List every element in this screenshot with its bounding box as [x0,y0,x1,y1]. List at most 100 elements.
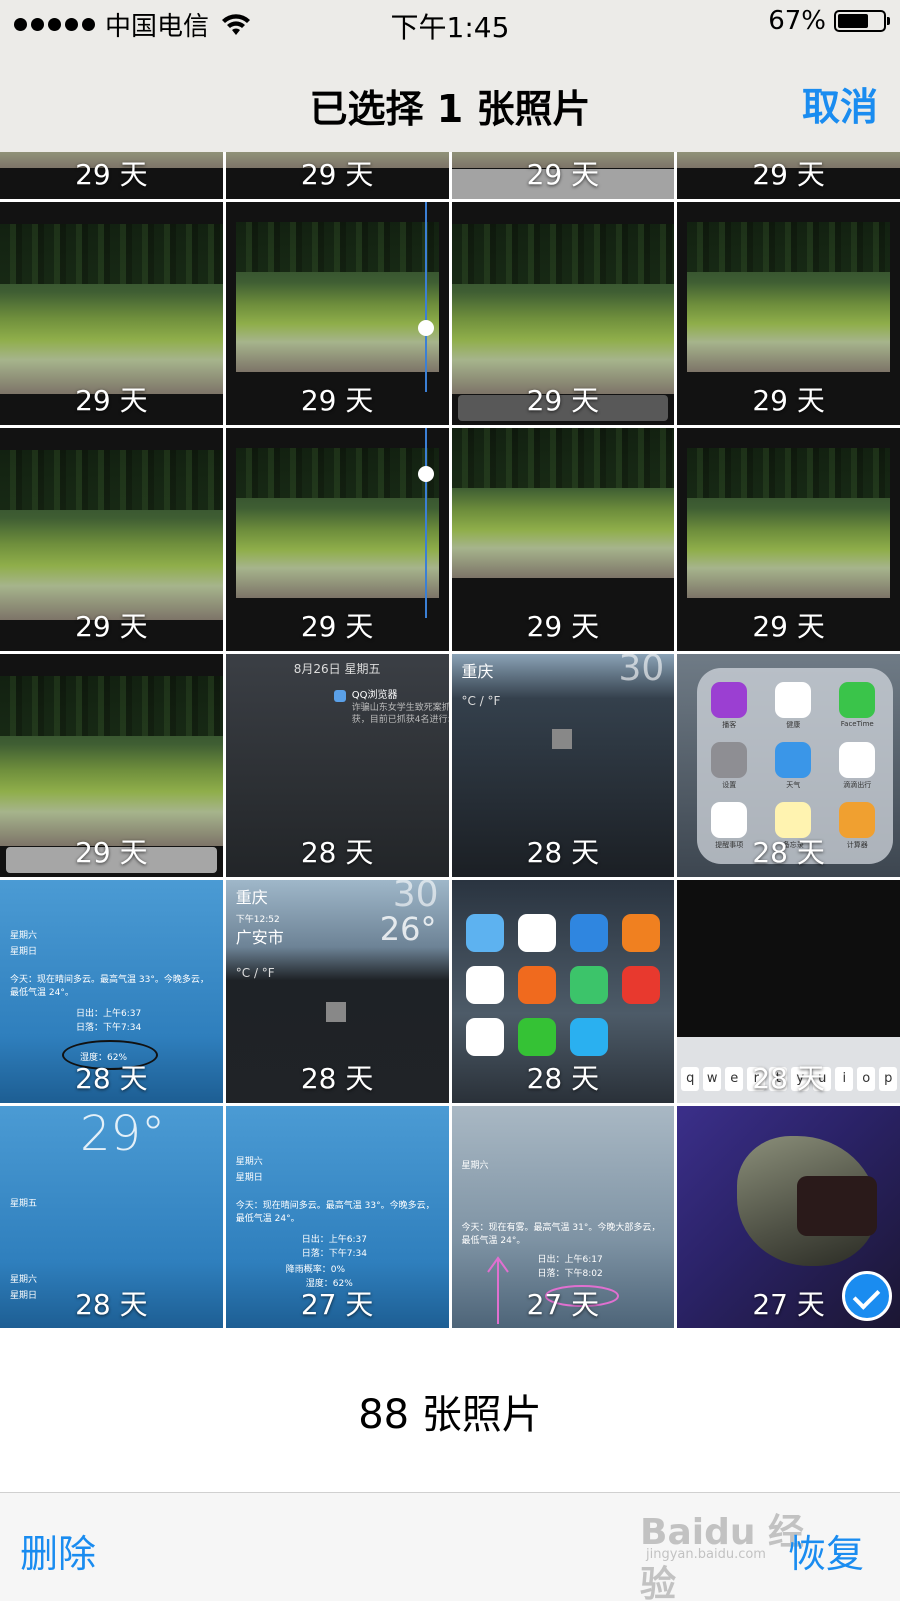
photo-thumbnail[interactable]: 29 天 [0,428,223,651]
weather-city: 重庆 [461,662,494,681]
taobao-icon [517,966,556,1004]
photo-grid[interactable]: 29 天 29 天 29 天 29 天 29 天 29 天 29 天 29 天 … [0,152,900,1328]
didi-icon [839,742,876,778]
photo-age-label: 29 天 [75,384,148,417]
photo-age-label: 29 天 [75,158,148,191]
photo-thumbnail[interactable]: 29 天 [451,202,675,425]
qq-browser-icon [465,966,504,1004]
sunrise-text: 日出：上午6:37 [301,1235,367,1245]
dinosaur-jaw [797,1176,878,1236]
photo-age-label: 28 天 [75,1062,148,1095]
app-label: 设置 [722,781,737,789]
screenshot-thumbnail[interactable]: 重庆 30 °C / °F 28 天 [451,654,675,877]
screenshot-thumbnail[interactable]: 29° 星期五 星期六 星期日 28 天 [0,1106,223,1328]
screenshot-thumbnail[interactable]: 星期六 星期日 今天：现在晴间多云。最高气温 33°。今晚多云，最低气温 24°… [225,1106,449,1328]
selected-checkmark-icon[interactable] [842,1271,892,1321]
app-label: FaceTime [840,720,874,728]
status-bar: 中国电信 下午1:45 67% [0,0,900,52]
weather-city: 重庆 [235,888,268,907]
screenshot-thumbnail[interactable]: 星期六 星期日 今天：现在晴间多云。最高气温 33°。今晚多云，最低气温 24°… [0,880,223,1103]
battery-percent: 67% [768,6,826,36]
battery-icon [834,10,890,32]
photo-age-label: 29 天 [752,384,825,417]
photo-thumbnail[interactable]: 29 天 [451,152,675,199]
screenshot-thumbnail[interactable]: q w e r t y u i o p 28 天 [677,880,900,1103]
unit-toggle: °C / °F [235,966,275,980]
cancel-button[interactable]: 取消 [802,76,878,131]
settings-icon [711,742,748,778]
weather-city: 广安市 [235,928,284,947]
screenshot-thumbnail[interactable]: 28 天 [451,880,675,1103]
photo-thumbnail[interactable]: 29 天 [0,654,223,877]
restore-button[interactable]: 恢复 [788,1523,864,1578]
grid-row: 29 天 29 天 29 天 29 天 [0,202,900,425]
photo-age-label: 28 天 [526,836,600,869]
health-icon [775,682,812,718]
photo-count-footer: 88 张照片 [0,1328,900,1492]
ximalaya-icon [621,966,660,1004]
photo-thumbnail[interactable]: 29 天 [225,202,449,425]
photo-age-label: 27 天 [526,1288,600,1321]
photo-age-label: 29 天 [75,836,148,869]
grid-row: 星期六 星期日 今天：现在晴间多云。最高气温 33°。今晚多云，最低气温 24°… [0,880,900,1103]
photo-age-label: 28 天 [300,1062,374,1095]
facetime-icon [839,682,876,718]
photo-age-label: 29 天 [300,158,374,191]
zhangtong-icon [569,914,608,952]
maps-icon [465,914,504,952]
forecast-day: 星期日 [10,947,38,957]
qq-browser-icon [333,690,346,702]
photo-thumbnail[interactable]: 29 天 [225,428,449,651]
grid-row: 29 天 29 天 29 天 29 天 [0,428,900,651]
forecast-day: 星期六 [235,1157,263,1167]
page-title: 已选择 1 张照片 [309,87,591,131]
app-label: 播客 [722,721,737,729]
qq-icon [517,914,556,952]
huijia-icon [621,914,660,952]
photo-age-label: 29 天 [300,384,374,417]
weather-channel-logo [551,729,572,749]
forecast-summary: 今天：现在有雾。最高气温 31°。今晚大部多云，最低气温 24°。 [461,1223,661,1246]
photo-age-label: 28 天 [300,836,374,869]
photo-age-label: 29 天 [526,610,600,643]
photo-age-label: 28 天 [75,1288,148,1321]
screenshot-thumbnail[interactable]: 8月26日 星期五 QQ浏览器 诈骗山东女学生致死案抓获，目前已抓获4名进行>>… [225,654,449,877]
status-right: 67% [768,6,890,36]
photo-count: 88 张照片 [358,1392,542,1438]
unit-toggle: °C / °F [461,694,501,708]
photo-thumbnail[interactable]: 29 天 [451,428,675,651]
forecast-summary: 今天：现在晴间多云。最高气温 33°。今晚多云，最低气温 24°。 [235,1201,435,1224]
podcast-icon [711,682,748,718]
photo-age-label: 29 天 [75,610,148,643]
photo-thumbnail[interactable]: 29 天 [677,202,900,425]
weather-temp: 26° [379,910,437,948]
photo-age-label: 29 天 [300,610,374,643]
screenshot-thumbnail[interactable]: 重庆 30 下午12:52 广安市 26° °C / °F 28 天 [225,880,449,1103]
photo-age-label: 29 天 [526,384,600,417]
photo-age-label: 28 天 [526,1062,600,1095]
photo-thumbnail[interactable]: 29 天 [225,152,449,199]
douding-icon [465,1018,504,1056]
photo-age-label: 28 天 [752,1062,825,1095]
navigation-bar: 已选择 1 张照片 取消 [0,52,900,152]
sunset-text: 日落：下午7:34 [76,1023,142,1033]
photo-thumbnail[interactable]: 29 天 [677,152,900,199]
photo-thumbnail[interactable]: 29 天 [0,152,223,199]
grid-row: 29° 星期五 星期六 星期日 28 天 星期六 星期日 今天：现在晴间多云。最… [0,1106,900,1328]
delete-button[interactable]: 删除 [20,1523,96,1578]
photo-thumbnail-selected[interactable]: 27 天 [677,1106,900,1328]
weather-temp: 29° [80,1106,166,1162]
photo-age-label: 29 天 [752,610,825,643]
screenshot-thumbnail[interactable]: 星期六 今天：现在有雾。最高气温 31°。今晚大部多云，最低气温 24°。 日出… [451,1106,675,1328]
screenshot-thumbnail[interactable]: 播客 健康 FaceTime 设置 天气 滴滴出行 提醒事项 备忘录 计算器 2… [677,654,900,877]
photo-thumbnail[interactable]: 29 天 [0,202,223,425]
kugou-icon [569,1018,608,1056]
app-label: 健康 [786,721,801,729]
forecast-summary: 今天：现在晴间多云。最高气温 33°。今晚多云，最低气温 24°。 [10,975,209,998]
photo-age-label: 29 天 [526,158,600,191]
photo-age-label: 28 天 [752,836,825,869]
photo-age-label: 27 天 [300,1288,374,1321]
photo-thumbnail[interactable]: 29 天 [677,428,900,651]
clock: 下午1:45 [390,11,510,44]
weather-icon [775,742,812,778]
